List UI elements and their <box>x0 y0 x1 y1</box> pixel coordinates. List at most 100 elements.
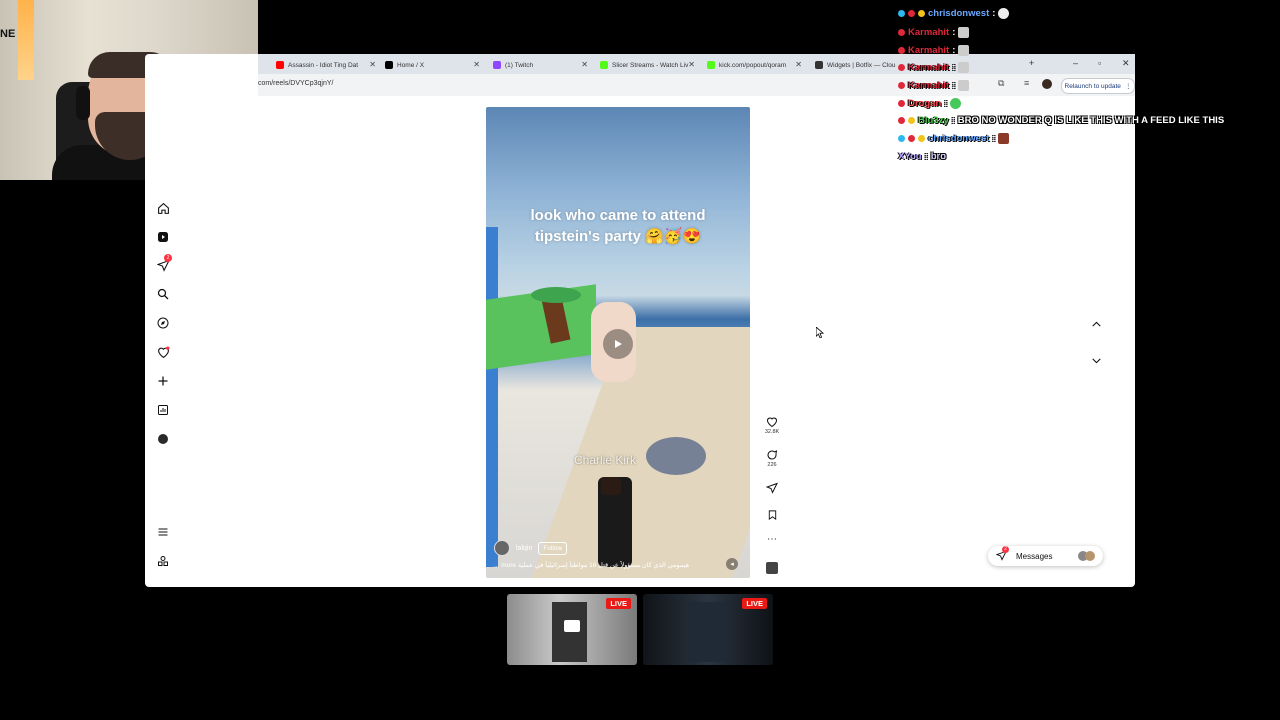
messages-button[interactable]: 2 Messages <box>988 545 1103 566</box>
browser-tab[interactable]: (1) Twitch ✕ <box>493 56 588 74</box>
wall-sign: NE <box>0 28 16 40</box>
live-stream-thumbnail[interactable]: LIVE <box>643 594 773 665</box>
chat-text: bro <box>930 151 947 162</box>
browser-tab[interactable]: kick.com/popout/qoram ✕ <box>707 56 802 74</box>
reel-description[interactable]: ... more هيمومي الذي كان مسؤولاً عن قتل … <box>494 561 714 569</box>
tab-label: Widgets | Botfix — Clou <box>827 61 896 69</box>
palm-leaves <box>531 287 581 303</box>
chat-message: Blu3zy: BRO NO WONDER Q IS LIKE THIS WIT… <box>898 115 1224 126</box>
explore-icon[interactable] <box>155 315 171 331</box>
more-icon[interactable]: ⋯ <box>764 534 780 545</box>
dashboard-icon[interactable] <box>155 402 171 418</box>
x-icon <box>385 61 393 69</box>
volume-icon[interactable]: ◂ <box>726 558 738 570</box>
address-bar: com/reels/DVYCp3qjnY/ ⧉ ≡ Relaunch to up… <box>258 74 1135 96</box>
live-badge: LIVE <box>742 598 767 609</box>
notification-badge: 2 <box>164 254 172 262</box>
close-tab-icon[interactable]: ✕ <box>473 60 480 69</box>
headset-left <box>76 86 90 120</box>
direct-icon[interactable]: 2 <box>155 254 172 273</box>
comment-icon[interactable] <box>766 449 778 461</box>
close-tab-icon[interactable]: ✕ <box>795 60 802 69</box>
reel-caption: look who came to attend tipstein's party… <box>530 207 706 245</box>
chat-message: chrisdonwest: <box>898 133 1010 144</box>
share-icon[interactable] <box>766 482 778 494</box>
chat-emote <box>958 45 970 56</box>
share-action[interactable] <box>764 482 780 494</box>
chat-username: Karmahit <box>908 27 950 38</box>
author-avatar[interactable] <box>494 540 510 556</box>
like-action[interactable]: 32.8K <box>764 416 780 435</box>
url-text[interactable]: com/reels/DVYCp3qjnY/ <box>258 80 333 87</box>
kick-icon <box>707 61 715 69</box>
notifications-icon[interactable] <box>155 344 171 360</box>
close-tab-icon[interactable]: ✕ <box>581 60 588 69</box>
overlay-text: Charlie Kirk <box>574 453 637 467</box>
audio-thumbnail[interactable] <box>764 562 780 574</box>
browser-tab[interactable]: Widgets | Botfix — Clou <box>815 56 905 74</box>
kick-icon <box>600 61 608 69</box>
maximize-icon[interactable]: ▫ <box>1098 58 1101 68</box>
chat-emote <box>958 80 970 91</box>
chat-username: Karmahit <box>908 62 950 73</box>
chat-username: chrisdonwest <box>928 133 990 144</box>
chat-username: Karmahit <box>908 80 950 91</box>
chat-username: chrisdonwest <box>928 8 990 19</box>
extensions-icon[interactable]: ⧉ <box>998 78 1004 89</box>
tab-label: Home / X <box>397 61 425 69</box>
messages-icon: 2 <box>995 545 1009 563</box>
search-icon[interactable] <box>155 286 171 302</box>
twitch-icon <box>493 61 501 69</box>
scene-pillar <box>486 227 498 567</box>
browser-tab[interactable]: Assassin - Idiot Ting Dat ✕ <box>276 56 376 74</box>
close-tab-icon[interactable]: ✕ <box>369 60 376 69</box>
also-from-meta-icon[interactable] <box>155 553 171 569</box>
chat-username: XYou <box>898 151 922 162</box>
game-character-head <box>601 477 621 495</box>
chat-emote <box>958 27 970 38</box>
chat-message: chrisdonwest: <box>898 8 1010 19</box>
profile-avatar[interactable] <box>1042 79 1052 89</box>
messages-avatars <box>1078 551 1095 561</box>
heart-icon[interactable] <box>766 416 778 428</box>
chat-emote <box>950 98 962 109</box>
follow-button[interactable]: Follow <box>538 541 568 555</box>
close-tab-icon[interactable]: ✕ <box>688 60 695 69</box>
reel-video[interactable]: look who came to attend tipstein's party… <box>486 107 750 578</box>
minimize-icon[interactable]: – <box>1073 58 1078 68</box>
live-stream-thumbnail[interactable]: LIVE <box>507 594 637 665</box>
browser-tab[interactable]: Home / X ✕ <box>385 56 480 74</box>
chat-username: Karmahit <box>908 45 950 56</box>
new-tab-icon[interactable]: + <box>1029 58 1034 68</box>
close-window-icon[interactable]: ✕ <box>1122 58 1130 69</box>
bookmark-icon[interactable] <box>767 509 778 521</box>
chat-message: XYou: bro <box>898 151 947 162</box>
home-icon[interactable] <box>155 200 171 216</box>
author-username[interactable]: lalqin <box>516 545 532 552</box>
profile-avatar[interactable] <box>155 431 171 447</box>
reels-icon[interactable] <box>155 229 171 245</box>
comment-action[interactable]: 226 <box>764 449 780 468</box>
github-icon <box>815 61 823 69</box>
chevron-down-icon[interactable] <box>1090 354 1103 372</box>
lamp-light <box>18 0 34 80</box>
menu-icon[interactable] <box>155 524 171 540</box>
messages-badge: 2 <box>1002 545 1009 553</box>
relaunch-button[interactable]: Relaunch to update ⋮ <box>1061 78 1135 94</box>
menu-lines-icon[interactable]: ≡ <box>1024 78 1029 88</box>
chevron-up-icon[interactable] <box>1090 318 1103 336</box>
create-icon[interactable] <box>155 373 171 389</box>
save-action[interactable] <box>764 509 780 521</box>
chat-message: Karmahit: <box>898 80 970 91</box>
browser-tab[interactable]: Slicer Streams - Watch Liv ✕ <box>600 56 695 74</box>
chat-username: Drogan <box>908 98 942 109</box>
tab-label: (1) Twitch <box>505 61 534 69</box>
play-button[interactable] <box>603 329 633 359</box>
chat-message: Karmahit: <box>898 45 970 56</box>
comment-count: 226 <box>767 462 777 468</box>
chat-emote <box>958 62 970 73</box>
chat-message: Karmahit: <box>898 62 970 73</box>
reel-author: lalqin Follow <box>494 540 568 556</box>
relaunch-label: Relaunch to update <box>1064 82 1121 90</box>
chat-message: Drogan: <box>898 98 962 109</box>
